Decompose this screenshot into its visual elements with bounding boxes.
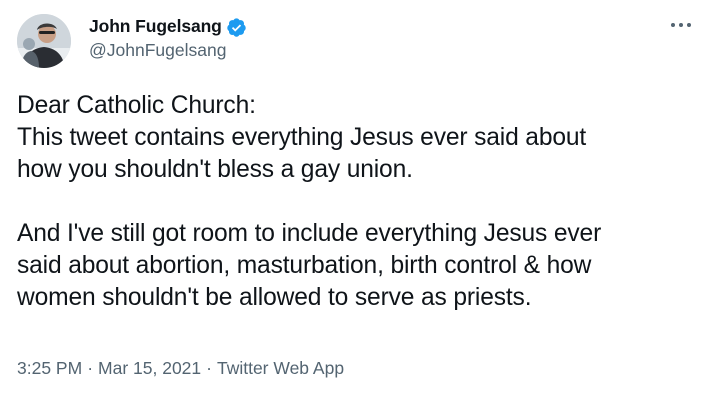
- ellipsis-icon: [671, 23, 691, 27]
- tweet-text-line: And I've still got room to include every…: [17, 220, 602, 247]
- author-avatar[interactable]: [17, 14, 71, 68]
- name-row: John Fugelsang: [89, 14, 247, 40]
- tweet-text-line: said about abortion, masturbation, birth…: [17, 252, 592, 279]
- author-block: John Fugelsang @JohnFugelsang: [89, 14, 247, 60]
- author-display-name[interactable]: John Fugelsang: [89, 18, 222, 36]
- tweet-text-line: how you shouldn't bless a gay union.: [17, 156, 413, 183]
- meta-separator: ·: [206, 358, 212, 378]
- tweet-text-line: women shouldn't be allowed to serve as p…: [17, 284, 532, 311]
- tweet-date[interactable]: Mar 15, 2021: [98, 358, 201, 378]
- verified-badge-icon: [226, 17, 247, 38]
- tweet-card: John Fugelsang @JohnFugelsang Dear Catho…: [0, 0, 713, 400]
- tweet-source[interactable]: Twitter Web App: [217, 358, 344, 378]
- tweet-meta: 3:25 PM · Mar 15, 2021 · Twitter Web App: [17, 358, 344, 379]
- tweet-text-line: This tweet contains everything Jesus eve…: [17, 124, 587, 151]
- more-options-button[interactable]: [664, 12, 698, 38]
- profile-photo-icon: [17, 14, 71, 68]
- tweet-text-line: Dear Catholic Church:: [17, 92, 256, 119]
- author-handle[interactable]: @JohnFugelsang: [89, 41, 247, 60]
- meta-separator: ·: [87, 358, 94, 378]
- tweet-time[interactable]: 3:25 PM: [17, 358, 82, 378]
- tweet-text: Dear Catholic Church: This tweet contain…: [17, 90, 697, 314]
